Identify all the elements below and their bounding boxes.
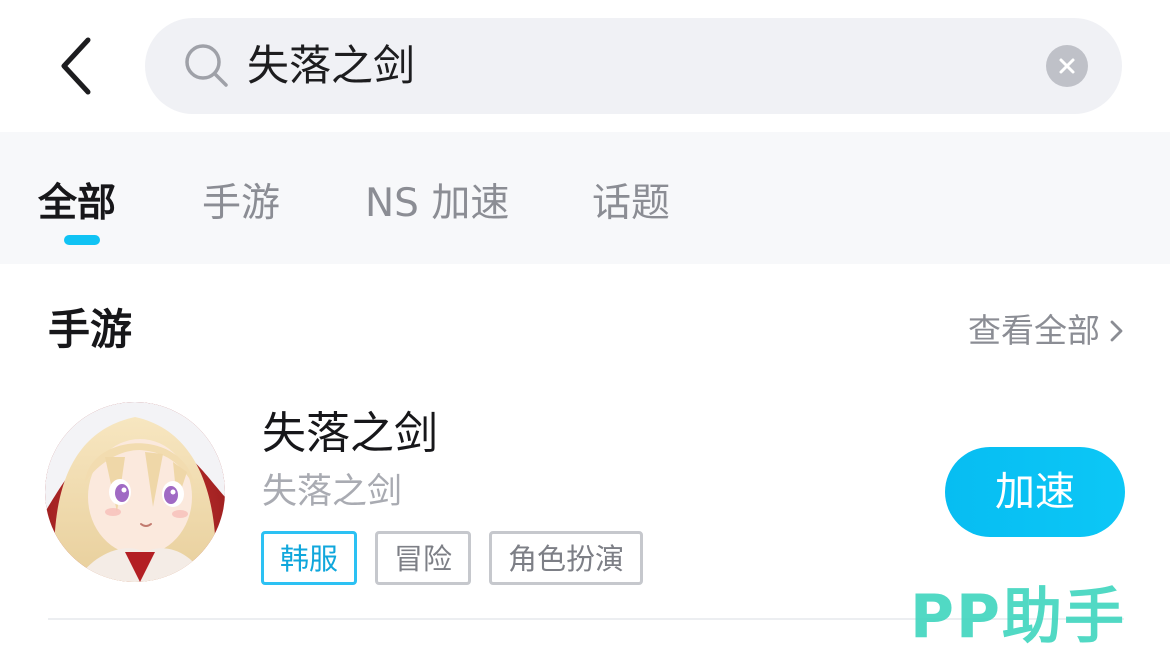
top-bar: 失落之剑 (0, 0, 1170, 132)
back-button[interactable] (44, 26, 108, 106)
active-tab-indicator (64, 235, 100, 245)
view-all-link[interactable]: 查看全部 (968, 306, 1126, 356)
game-avatar (45, 402, 225, 582)
tab-ns-accelerate[interactable]: NS 加速 (365, 174, 509, 234)
tab-topics[interactable]: 话题 (592, 174, 670, 234)
tab-all[interactable]: 全部 (38, 174, 116, 234)
tab-mobile-games[interactable]: 手游 (202, 174, 280, 234)
watermark-logo: PP助手 (910, 582, 1126, 652)
close-icon (1059, 58, 1075, 74)
game-avatar-artwork (45, 402, 225, 582)
section-title: 手游 (48, 305, 133, 354)
accelerate-button[interactable]: 加速 (945, 447, 1125, 537)
search-input[interactable]: 失落之剑 (247, 18, 415, 114)
tag-region: 韩服 (261, 531, 358, 585)
game-tags: 韩服 冒险 角色扮演 (261, 531, 661, 585)
game-title: 失落之剑 (262, 408, 438, 459)
view-all-label: 查看全部 (968, 311, 1100, 350)
search-icon (185, 44, 228, 87)
game-subtitle: 失落之剑 (262, 472, 403, 512)
chevron-right-icon (1110, 320, 1123, 342)
tab-bar: 全部 手游 NS 加速 话题 (0, 132, 1170, 264)
tag-genre-adventure: 冒险 (375, 531, 472, 585)
search-bar[interactable]: 失落之剑 (145, 18, 1122, 114)
clear-search-button[interactable] (1046, 45, 1088, 87)
chevron-left-icon (61, 37, 91, 95)
tag-genre-rpg: 角色扮演 (489, 531, 644, 585)
